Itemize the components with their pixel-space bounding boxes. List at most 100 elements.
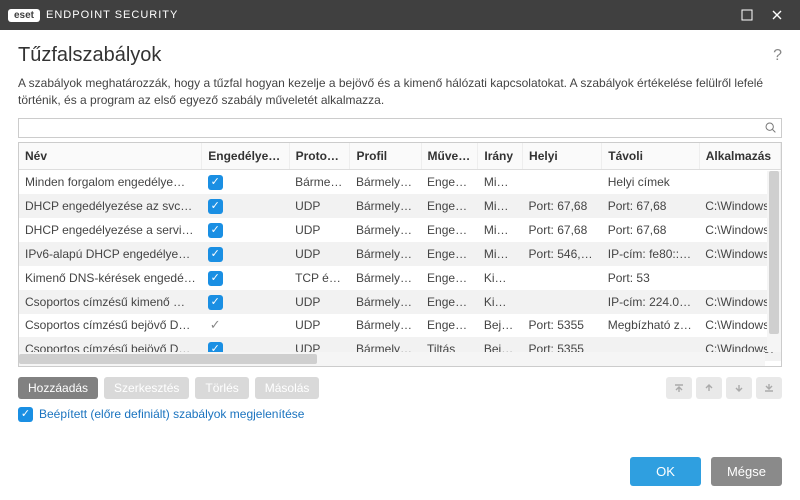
enabled-checkbox[interactable]	[208, 271, 223, 286]
vertical-scrollbar[interactable]	[767, 171, 781, 352]
cell-local	[523, 266, 602, 290]
enabled-checkbox[interactable]	[208, 295, 223, 310]
cell-local	[523, 290, 602, 314]
enabled-checkbox[interactable]	[208, 199, 223, 214]
column-header-enabled[interactable]: Engedélyezve	[202, 143, 289, 170]
cell-local: Port: 67,68	[523, 194, 602, 218]
cell-direction: Mi…	[478, 194, 523, 218]
enabled-checkbox[interactable]	[208, 247, 223, 262]
cancel-button[interactable]: Mégse	[711, 457, 782, 486]
show-builtin-label[interactable]: Beépített (előre definiált) szabályok me…	[39, 407, 304, 421]
cell-profile: Bármely…	[350, 194, 421, 218]
cell-protocol: UDP	[289, 242, 350, 266]
table-row[interactable]: Minden forgalom engedélye… BármelyikBárme…	[19, 169, 781, 194]
column-header-action[interactable]: Művelet	[421, 143, 478, 170]
move-bottom-button[interactable]	[756, 377, 782, 399]
cell-protocol: UDP	[289, 314, 350, 337]
cell-direction: Ki…	[478, 266, 523, 290]
ok-button[interactable]: OK	[630, 457, 701, 486]
cell-direction: Ki…	[478, 290, 523, 314]
cell-remote: Port: 67,68	[602, 218, 699, 242]
cell-profile: Bármely…	[350, 314, 421, 337]
cell-name: IPv6-alapú DHCP engedélyez…	[19, 242, 202, 266]
cell-local: Port: 67,68	[523, 218, 602, 242]
column-header-local[interactable]: Helyi	[523, 143, 602, 170]
move-top-button[interactable]	[666, 377, 692, 399]
column-header-application[interactable]: Alkalmazás	[699, 143, 780, 170]
cell-remote: Port: 67,68	[602, 194, 699, 218]
cell-profile: Bármely…	[350, 218, 421, 242]
add-button[interactable]: Hozzáadás	[18, 377, 98, 399]
cell-protocol: Bármelyik	[289, 169, 350, 194]
cell-direction: Mi…	[478, 242, 523, 266]
enabled-checkbox[interactable]	[208, 223, 223, 238]
cell-name: Csoportos címzésű kimenő …	[19, 290, 202, 314]
cell-profile: Bármely…	[350, 169, 421, 194]
enabled-checkbox[interactable]	[208, 175, 223, 190]
table-row[interactable]: DHCP engedélyezése a servic…UDPBármely…E…	[19, 218, 781, 242]
cell-enabled: ✓	[202, 314, 289, 337]
cell-remote: Helyi címek	[602, 169, 699, 194]
cell-remote: Port: 53	[602, 266, 699, 290]
minimize-button[interactable]	[732, 0, 762, 30]
cell-enabled	[202, 242, 289, 266]
cell-name: Kimenő DNS-kérések engedé…	[19, 266, 202, 290]
cell-enabled	[202, 266, 289, 290]
cell-protocol: UDP	[289, 290, 350, 314]
cell-profile: Bármely…	[350, 266, 421, 290]
table-row[interactable]: DHCP engedélyezése az svch… UDPBármely…En…	[19, 194, 781, 218]
cell-enabled	[202, 194, 289, 218]
table-row[interactable]: Csoportos címzésű bejövő D… ✓ UDPBármely…E…	[19, 314, 781, 337]
table-row[interactable]: Csoportos címzésű kimenő … UDPBármely…Eng…	[19, 290, 781, 314]
column-header-name[interactable]: Név	[19, 143, 202, 170]
cell-profile: Bármely…	[350, 242, 421, 266]
titlebar: eset ENDPOINT SECURITY	[0, 0, 800, 30]
cell-enabled	[202, 218, 289, 242]
cell-action: Engedé…	[421, 242, 478, 266]
help-icon[interactable]: ?	[773, 47, 782, 65]
table-row[interactable]: IPv6-alapú DHCP engedélyez… UDPBármely…En…	[19, 242, 781, 266]
cell-profile: Bármely…	[350, 290, 421, 314]
copy-button[interactable]: Másolás	[255, 377, 320, 399]
show-builtin-checkbox[interactable]	[18, 407, 33, 422]
enabled-checkbox[interactable]: ✓	[208, 318, 223, 333]
brand-badge: eset	[8, 9, 40, 22]
cell-direction: Mi…	[478, 169, 523, 194]
cell-name: Minden forgalom engedélye…	[19, 169, 202, 194]
cell-local: Port: 546,547	[523, 242, 602, 266]
column-header-direction[interactable]: Irány	[478, 143, 523, 170]
cell-direction: Bej…	[478, 314, 523, 337]
cell-protocol: UDP	[289, 194, 350, 218]
rules-table: NévEngedélyezveProtokollProfilMűveletIrá…	[18, 142, 782, 367]
cell-action: Engedé…	[421, 194, 478, 218]
cell-name: DHCP engedélyezése az svch…	[19, 194, 202, 218]
cell-name: Csoportos címzésű bejövő D…	[19, 314, 202, 337]
cell-enabled	[202, 169, 289, 194]
table-row[interactable]: Kimenő DNS-kérések engedé… TCP és …Bármel…	[19, 266, 781, 290]
column-header-remote[interactable]: Távoli	[602, 143, 699, 170]
cell-action: Engedé…	[421, 266, 478, 290]
column-header-profile[interactable]: Profil	[350, 143, 421, 170]
cell-action: Engedé…	[421, 314, 478, 337]
cell-local: Port: 5355	[523, 314, 602, 337]
move-up-button[interactable]	[696, 377, 722, 399]
search-icon	[764, 121, 777, 134]
horizontal-scrollbar[interactable]	[19, 352, 765, 366]
cell-action: Engedé…	[421, 290, 478, 314]
cell-local	[523, 169, 602, 194]
edit-button[interactable]: Szerkesztés	[104, 377, 189, 399]
cell-direction: Mi…	[478, 218, 523, 242]
page-description: A szabályok meghatározzák, hogy a tűzfal…	[18, 75, 782, 110]
search-input[interactable]	[18, 118, 782, 138]
window-title: ENDPOINT SECURITY	[46, 9, 732, 21]
move-down-button[interactable]	[726, 377, 752, 399]
delete-button[interactable]: Törlés	[195, 377, 248, 399]
close-button[interactable]	[762, 0, 792, 30]
cell-remote: IP-cím: fe80::/…	[602, 242, 699, 266]
cell-protocol: TCP és …	[289, 266, 350, 290]
cell-name: DHCP engedélyezése a servic…	[19, 218, 202, 242]
column-header-protocol[interactable]: Protokoll	[289, 143, 350, 170]
cell-remote: IP-cím: 224.0.0…	[602, 290, 699, 314]
cell-enabled	[202, 290, 289, 314]
cell-protocol: UDP	[289, 218, 350, 242]
